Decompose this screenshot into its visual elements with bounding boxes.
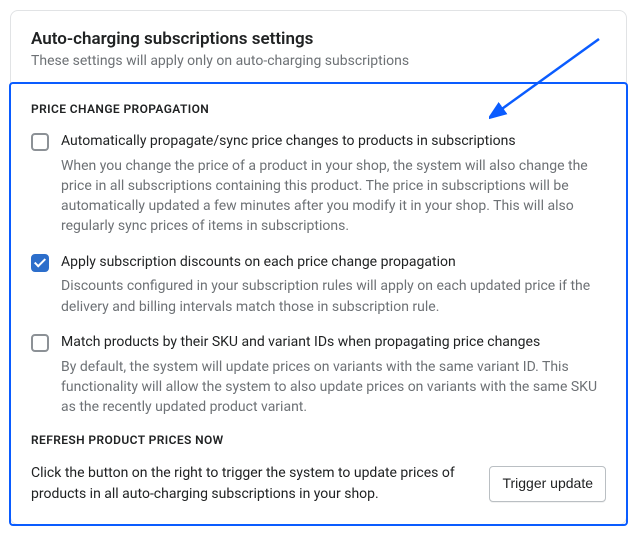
card-title: Auto-charging subscriptions settings — [31, 29, 606, 49]
checkbox-auto-propagate[interactable] — [31, 133, 49, 151]
option-desc: When you change the price of a product i… — [61, 156, 606, 237]
option-desc: Discounts configured in your subscriptio… — [61, 276, 606, 317]
settings-card: Auto-charging subscriptions settings The… — [10, 10, 627, 525]
option-text: Automatically propagate/sync price chang… — [61, 132, 606, 237]
trigger-update-button[interactable]: Trigger update — [489, 466, 606, 502]
checkbox-match-by-sku[interactable] — [31, 334, 49, 352]
option-text: Apply subscription discounts on each pri… — [61, 253, 606, 317]
option-match-by-sku: Match products by their SKU and variant … — [31, 333, 606, 417]
option-label: Match products by their SKU and variant … — [61, 333, 606, 353]
price-change-section: PRICE CHANGE PROPAGATION Automatically p… — [11, 84, 626, 524]
checkbox-apply-discounts[interactable] — [31, 254, 49, 272]
section-label-price-change: PRICE CHANGE PROPAGATION — [31, 102, 606, 116]
refresh-desc: Click the button on the right to trigger… — [31, 463, 475, 504]
section-label-refresh: REFRESH PRODUCT PRICES NOW — [31, 433, 606, 447]
option-label: Automatically propagate/sync price chang… — [61, 132, 606, 152]
card-header: Auto-charging subscriptions settings The… — [11, 11, 626, 84]
option-desc: By default, the system will update price… — [61, 357, 606, 418]
option-auto-propagate: Automatically propagate/sync price chang… — [31, 132, 606, 237]
option-text: Match products by their SKU and variant … — [61, 333, 606, 417]
option-label: Apply subscription discounts on each pri… — [61, 253, 606, 273]
refresh-row: Click the button on the right to trigger… — [31, 463, 606, 504]
option-apply-discounts: Apply subscription discounts on each pri… — [31, 253, 606, 317]
card-subtitle: These settings will apply only on auto-c… — [31, 53, 606, 69]
